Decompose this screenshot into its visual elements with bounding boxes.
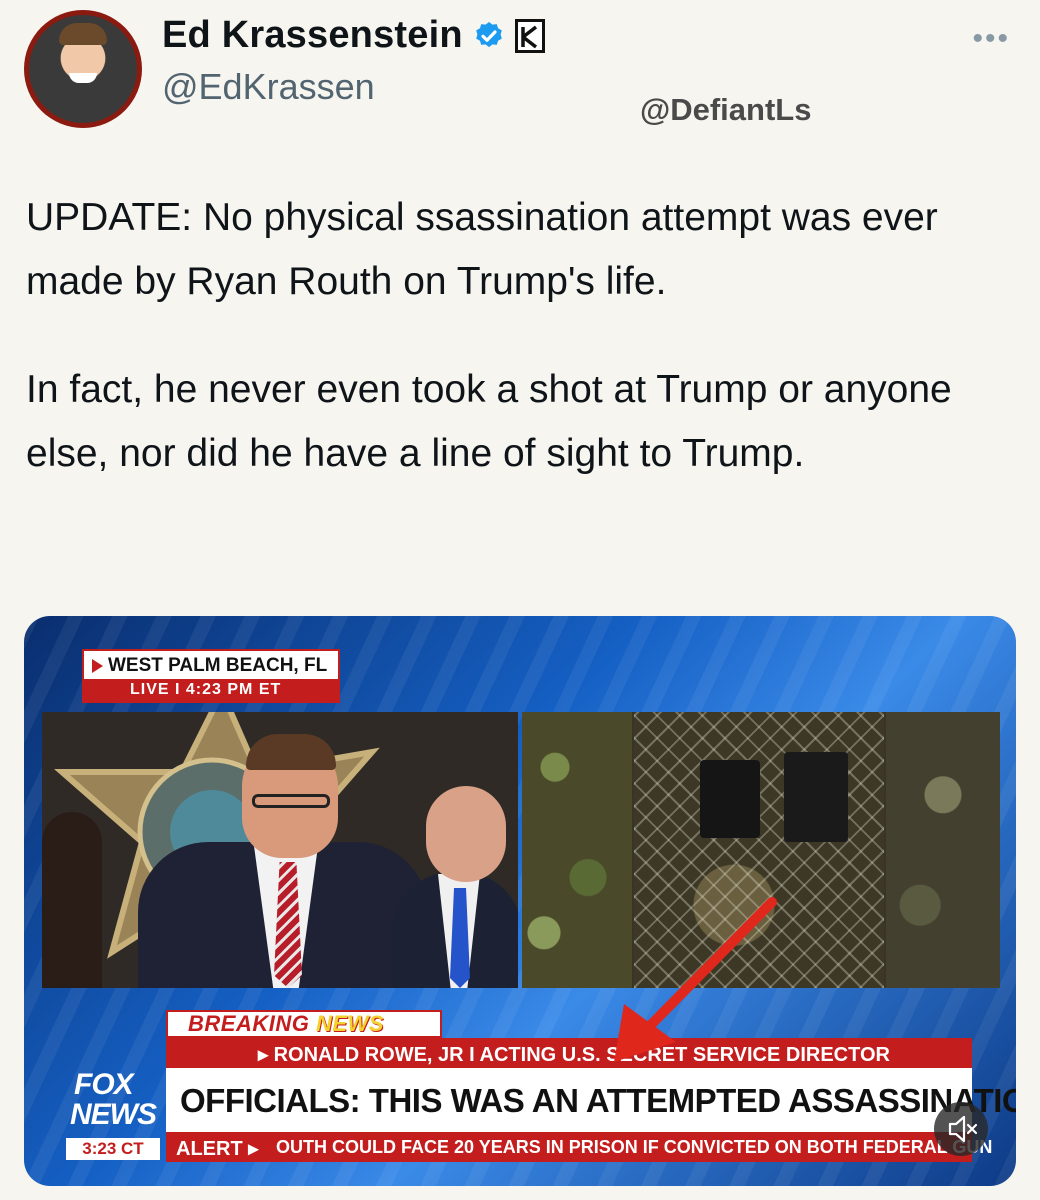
- person-background-left: [42, 812, 102, 988]
- alert-ticker-bar: ALERT ▸ OUTH COULD FACE 20 YEARS IN PRIS…: [166, 1132, 992, 1162]
- bushes-right: [886, 712, 1000, 988]
- broadcast-clock: 3:23 CT: [66, 1138, 160, 1160]
- speaker-muted-icon: [948, 1115, 978, 1143]
- author-avatar[interactable]: [24, 10, 142, 128]
- tweet-media-video[interactable]: WEST PALM BEACH, FL LIVE I 4:23 PM ET BR…: [24, 616, 1016, 1186]
- k-badge-icon[interactable]: [514, 18, 545, 53]
- mute-toggle-button[interactable]: [934, 1102, 988, 1156]
- alert-label-text: ALERT: [176, 1138, 243, 1160]
- speaker-lower-third: ▸ RONALD ROWE, JR I ACTING U.S. SECRET S…: [166, 1038, 972, 1068]
- breaking-news-text: BREAKING NEWS: [188, 1011, 384, 1037]
- backpack-1: [700, 760, 760, 838]
- more-options-icon[interactable]: •••: [972, 22, 1010, 56]
- news-logo-word: NEWS: [70, 1098, 157, 1131]
- avatar-hair: [59, 23, 107, 45]
- tweet-paragraph-2: In fact, he never even took a shot at Tr…: [26, 368, 952, 475]
- play-triangle-icon: [92, 659, 103, 673]
- play-triangle-icon: ▸: [258, 1044, 274, 1066]
- location-graphic: WEST PALM BEACH, FL LIVE I 4:23 PM ET: [82, 649, 340, 703]
- author-handle[interactable]: @EdKrassen: [162, 66, 375, 108]
- official-head: [426, 786, 506, 882]
- speaker-line-text: RONALD ROWE, JR I ACTING U.S. SECRET SER…: [273, 1044, 890, 1066]
- press-conference-panel: [42, 712, 518, 988]
- news-word: NEWS: [315, 1011, 384, 1036]
- author-display-name[interactable]: Ed Krassenstein: [162, 14, 463, 57]
- headline-bar: OFFICIALS: THIS WAS AN ATTEMPTED ASSASSI…: [166, 1068, 1016, 1132]
- breaking-news-banner: BREAKING NEWS: [166, 1010, 442, 1038]
- fox-word: FOX: [74, 1068, 134, 1101]
- headline-text: OFFICIALS: THIS WAS AN ATTEMPTED ASSASSI…: [180, 1082, 1016, 1119]
- verified-badge-icon: [475, 21, 502, 47]
- alert-label: ALERT ▸: [176, 1138, 259, 1160]
- tweet-paragraph-1: UPDATE: No physical ssassination attempt…: [26, 196, 938, 303]
- breaking-word: BREAKING: [188, 1011, 310, 1036]
- avatar-smile: [69, 73, 97, 83]
- fox-news-logo: FOX NEWS 3:23 CT: [64, 1066, 162, 1162]
- avatar-photo: [29, 15, 137, 123]
- tweet-body: UPDATE: No physical ssassination attempt…: [26, 186, 1016, 486]
- live-bar: LIVE I 4:23 PM ET: [84, 679, 338, 701]
- location-text: WEST PALM BEACH, FL: [108, 655, 328, 676]
- live-time-text: LIVE I 4:23 PM ET: [130, 681, 282, 698]
- red-arrow-annotation-icon: [614, 897, 777, 1062]
- author-name-row: Ed Krassenstein: [162, 14, 545, 57]
- speaker-hair: [246, 734, 336, 770]
- speaker-glasses: [252, 794, 330, 808]
- speaker-name-title: ▸ RONALD ROWE, JR I ACTING U.S. SECRET S…: [258, 1042, 890, 1067]
- backpack-2: [784, 752, 848, 842]
- alert-ticker-text: OUTH COULD FACE 20 YEARS IN PRISON IF CO…: [276, 1137, 993, 1157]
- watermark-text: @DefiantLs: [640, 92, 812, 127]
